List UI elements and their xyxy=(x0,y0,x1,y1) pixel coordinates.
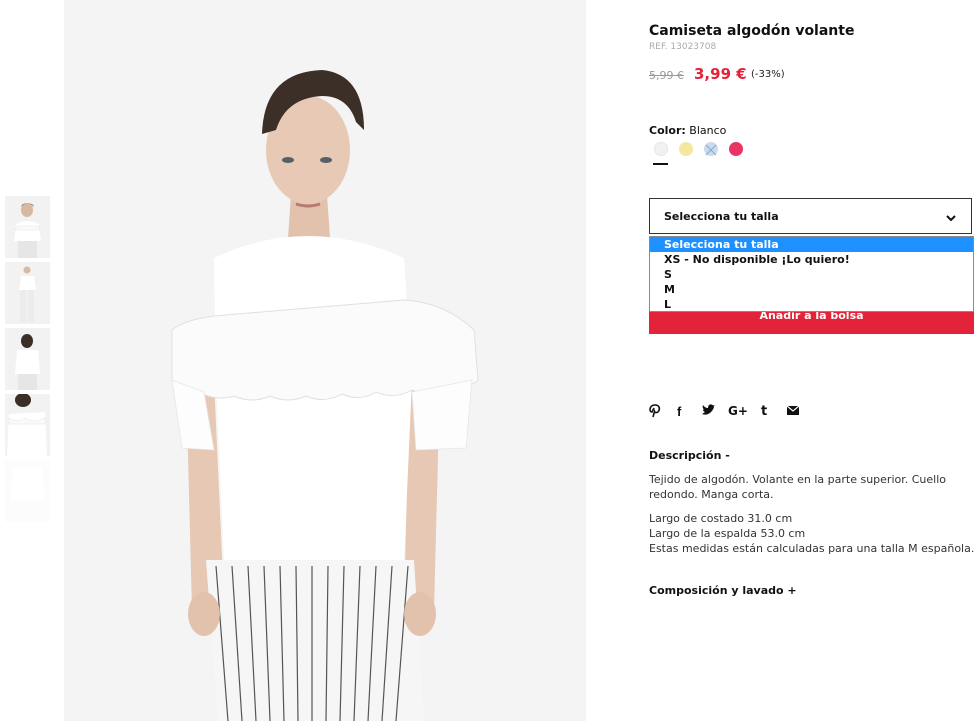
facebook-icon[interactable]: f xyxy=(677,404,681,419)
googleplus-icon[interactable]: G+ xyxy=(728,404,748,418)
size-dropdown: Selecciona tu talla XS - No disponible ¡… xyxy=(649,236,974,312)
thumbnail-4[interactable] xyxy=(5,394,50,456)
size-option-s[interactable]: S xyxy=(650,267,973,282)
product-ref: REF. 13023708 xyxy=(649,42,717,52)
tumblr-icon[interactable]: t xyxy=(761,404,767,419)
size-option-l[interactable]: L xyxy=(650,297,973,312)
thumbnail-1[interactable] xyxy=(5,196,50,258)
price-new: 3,99 € xyxy=(694,65,747,83)
pinterest-icon[interactable] xyxy=(649,404,661,422)
measure-1: Largo de costado 31.0 cm xyxy=(649,512,793,525)
thumbnail-list xyxy=(5,196,50,526)
product-image xyxy=(64,0,586,721)
color-value: Blanco xyxy=(689,124,727,137)
thumbnail-3[interactable] xyxy=(5,328,50,390)
thumbnail-5[interactable] xyxy=(5,460,50,522)
unavailable-cross-icon xyxy=(705,144,717,156)
product-title: Camiseta algodón volante xyxy=(649,23,855,39)
description-toggle[interactable]: Descripción - xyxy=(649,449,730,462)
measure-2: Largo de la espalda 53.0 cm xyxy=(649,527,806,540)
twitter-icon[interactable] xyxy=(701,404,715,420)
chevron-down-icon xyxy=(945,209,957,228)
add-to-bag-button[interactable]: Añadir a la bolsa xyxy=(649,310,974,334)
color-swatch-white[interactable] xyxy=(654,142,668,156)
color-swatch-light-blue[interactable] xyxy=(704,142,718,156)
discount-badge: (-33%) xyxy=(751,69,785,80)
size-option-m[interactable]: M xyxy=(650,282,973,297)
selected-swatch-indicator xyxy=(653,163,668,165)
size-select[interactable]: Selecciona tu talla xyxy=(649,198,972,234)
thumbnail-2[interactable] xyxy=(5,262,50,324)
price-old: 5,99 € xyxy=(649,69,684,82)
color-label: Color: Blanco xyxy=(649,124,726,137)
size-option-placeholder[interactable]: Selecciona tu talla xyxy=(650,237,973,252)
description-text: Tejido de algodón. Volante en la parte s… xyxy=(649,473,946,501)
size-select-label: Selecciona tu talla xyxy=(664,210,779,223)
email-icon[interactable] xyxy=(786,404,800,419)
composition-toggle[interactable]: Composición y lavado + xyxy=(649,584,797,597)
color-label-title: Color: xyxy=(649,124,686,137)
color-swatch-pink[interactable] xyxy=(729,142,743,156)
size-option-xs[interactable]: XS - No disponible ¡Lo quiero! xyxy=(650,252,973,267)
measure-3: Estas medidas están calculadas para una … xyxy=(649,542,975,555)
color-swatch-yellow[interactable] xyxy=(679,142,693,156)
